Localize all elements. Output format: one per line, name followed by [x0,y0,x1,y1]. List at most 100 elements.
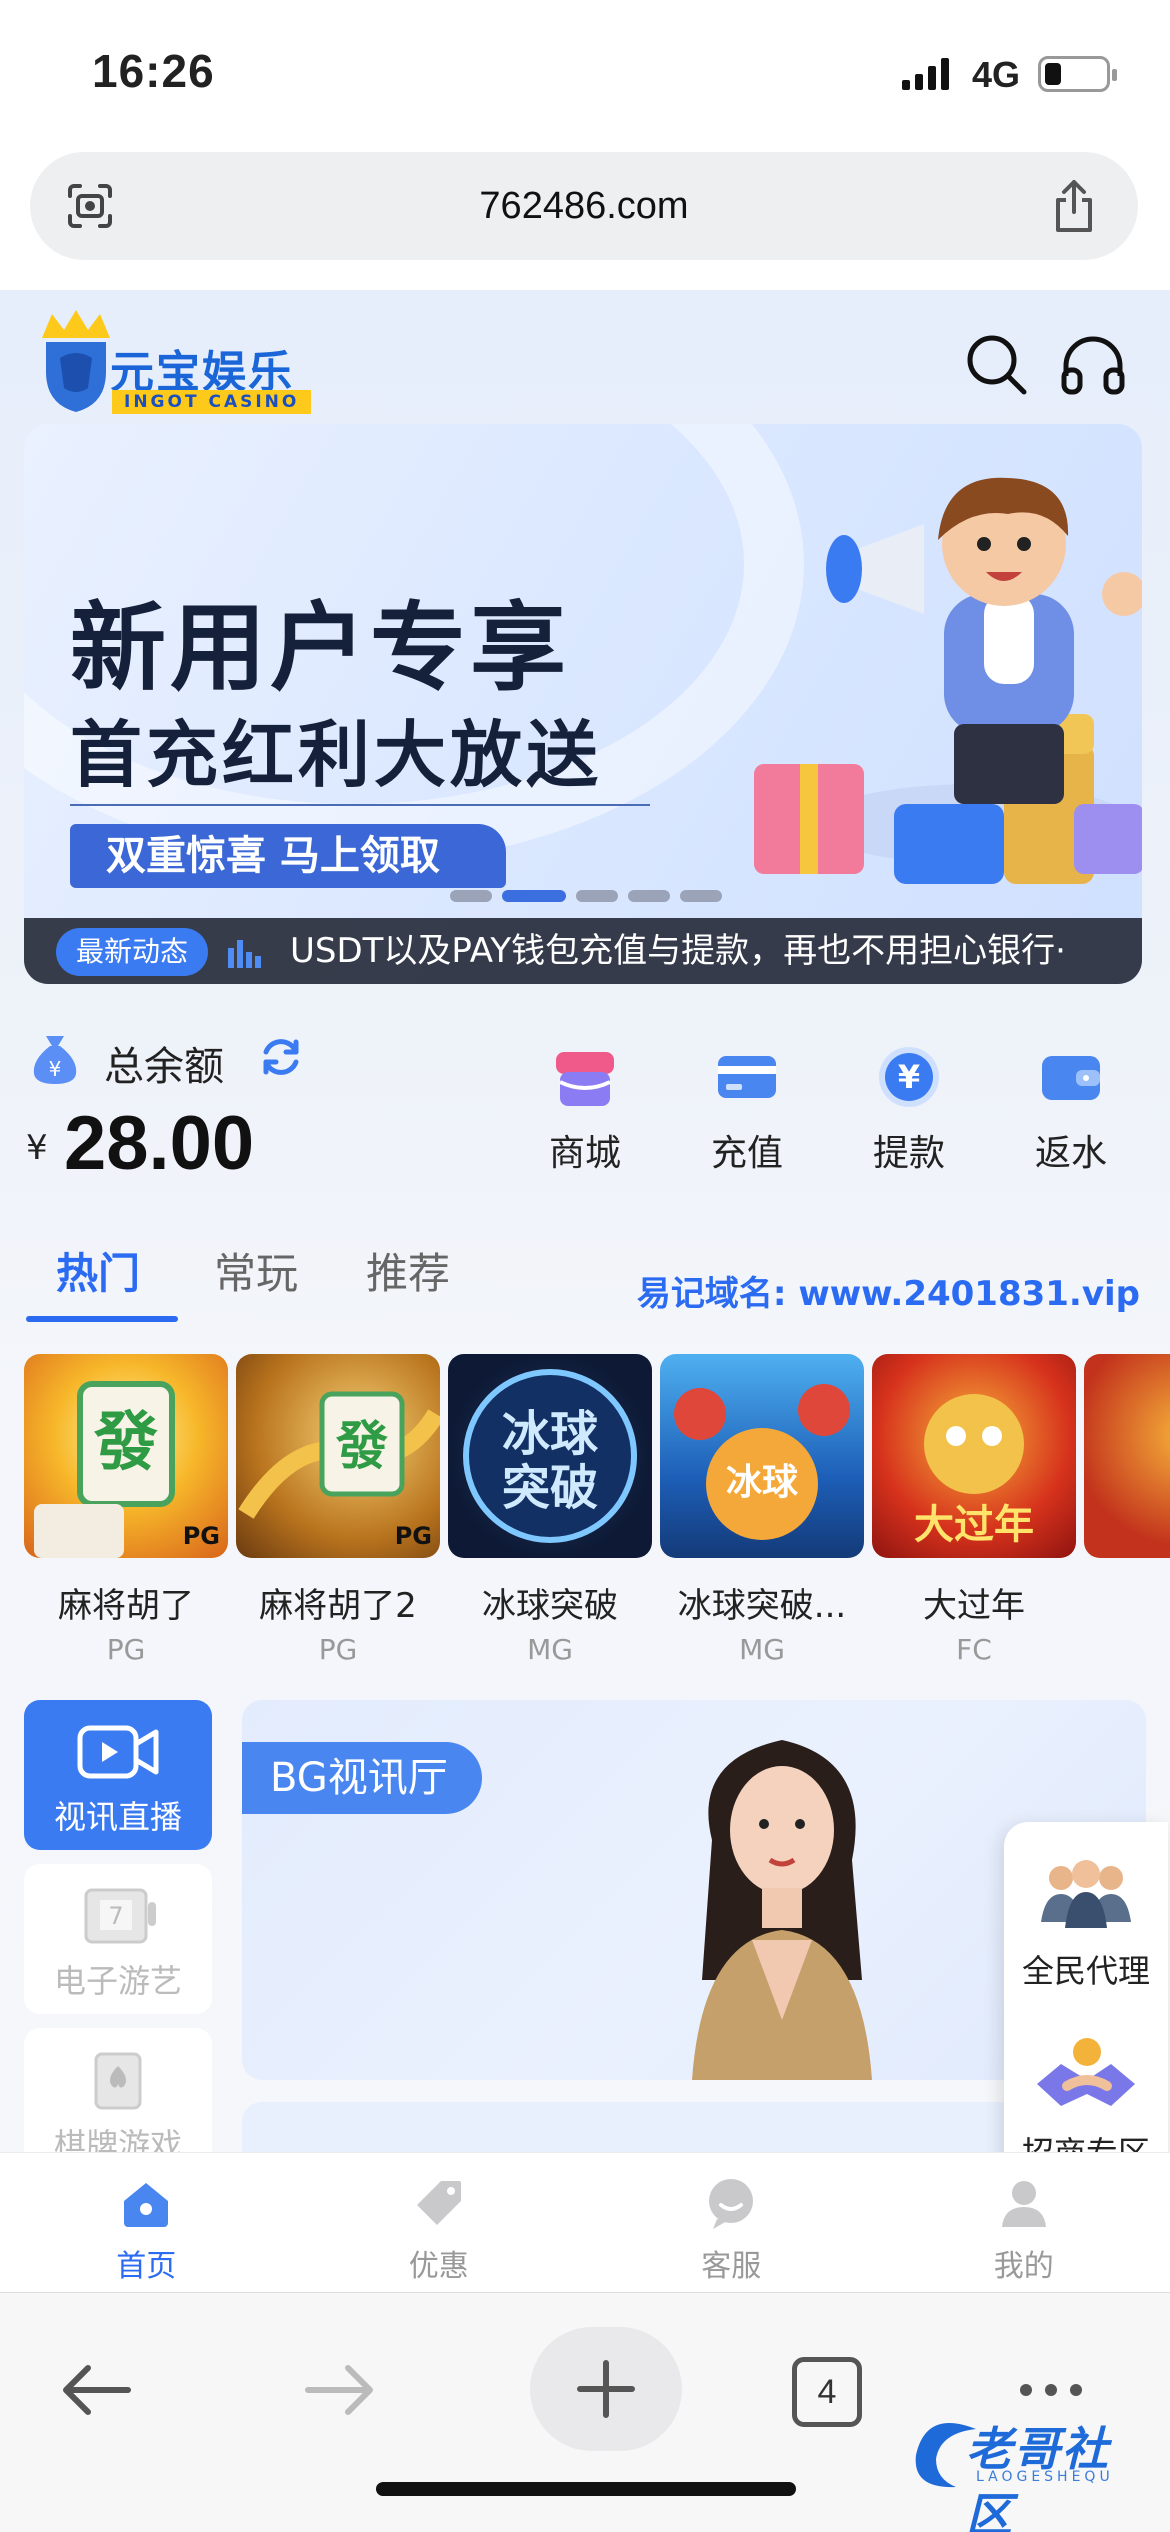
brand-logo[interactable]: 元宝娱乐 INGOT CASINO [36,308,336,418]
card-icon [718,1056,776,1098]
nav-home[interactable]: 首页 [0,2153,293,2292]
svg-text:發: 發 [335,1417,388,1477]
hot-games-row: 發 PG 麻将胡了 PG 發 PG 麻将胡了2 PG 冰球 突破 冰球突破 MG… [24,1354,1170,1674]
browser-toolbar: 4 老哥社区 LAOGESHEQU [0,2292,1170,2532]
hall-tag: BG视讯厅 [242,1742,482,1814]
svg-text:冰球: 冰球 [502,1406,599,1462]
signal-icon [902,56,949,90]
game-thumbnail [1084,1354,1170,1558]
web-page: 元宝娱乐 INGOT CASINO 新用户专享 首充红利大放送 双重惊喜 马上领… [0,290,1170,2152]
game-provider: FC [956,1633,992,1666]
category-label: 视讯直播 [53,1798,182,1836]
balance-label: 总余额 [104,1044,224,1090]
game-thumbnail: 大过年 [872,1354,1076,1558]
category-slots[interactable]: 7 电子游艺 [24,1864,212,2014]
shop-icon [556,1052,614,1106]
tab-recommended[interactable]: 推荐 [366,1240,450,1301]
tab-indicator [26,1316,178,1322]
nav-promotions[interactable]: 优惠 [293,2153,586,2292]
currency-symbol: ¥ [26,1128,48,1168]
crown-head-icon [42,310,110,412]
news-ticker[interactable]: 最新动态 USDT以及PAY钱包充值与提款，再也不用担心银行· [24,918,1142,984]
url-text[interactable]: 762486.com [30,152,1138,260]
game-provider: MG [527,1633,573,1666]
game-name: 麻将胡了2 [259,1586,417,1626]
svg-text:7: 7 [108,1902,123,1930]
mascot-megaphone-image [754,477,1142,884]
action-deposit[interactable]: 充值 [666,1042,828,1182]
lion-dance-icon: 大过年 [914,1394,1034,1548]
game-name: 麻将胡了 [58,1586,194,1626]
category-cards[interactable]: 棋牌游戏 [24,2028,212,2152]
banner-subtitle: 首充红利大放送 [70,713,603,797]
headset-icon[interactable] [1058,330,1128,400]
new-tab-button[interactable] [530,2327,682,2451]
svg-text:大过年: 大过年 [914,1502,1034,1548]
tag-icon [416,2181,461,2225]
game-card[interactable]: 冰球 冰球突破... MG [660,1354,864,1674]
game-card[interactable]: 大过年 大过年 FC [872,1354,1076,1674]
action-withdraw[interactable]: ¥ 提款 [828,1042,990,1182]
category-live[interactable]: 视讯直播 [24,1700,212,1850]
promo-banner[interactable]: 新用户专享 首充红利大放送 双重惊喜 马上领取 最新动态 USDT以及PAY钱包… [24,424,1142,984]
share-icon[interactable] [1050,178,1098,234]
game-name: 大过年 [923,1586,1025,1626]
ice-hockey-deluxe-icon: 冰球 [674,1384,850,1540]
tab-frequent[interactable]: 常玩 [214,1240,298,1301]
game-card[interactable]: 發 PG 麻将胡了2 PG [236,1354,440,1674]
home-icon [124,2183,169,2227]
people-group-icon [1041,1860,1131,1928]
action-rebate[interactable]: 返水 [990,1042,1152,1182]
balance-amount: 28.00 [64,1101,255,1186]
handshake-icon [1037,2038,1135,2106]
game-card[interactable]: 冰球 突破 冰球突破 MG [448,1354,652,1674]
banner-pagination[interactable] [450,890,722,902]
banner-claim-pill[interactable]: 双重惊喜 马上领取 [70,824,506,888]
game-name: 冰球突破 [482,1586,618,1626]
money-bag-icon: ¥ [33,1036,77,1084]
svg-text:¥: ¥ [898,1058,920,1096]
merchant-label: 招商专区 [1004,2128,1168,2152]
news-tag: 最新动态 [56,928,208,976]
action-shop[interactable]: 商城 [504,1042,666,1182]
network-label: 4G [972,54,1021,95]
tab-hot[interactable]: 热门 [56,1240,140,1301]
back-arrow-icon[interactable] [42,2335,152,2445]
nav-support[interactable]: 客服 [585,2153,878,2292]
wallet-icon [1042,1056,1100,1100]
forward-arrow-icon[interactable] [284,2335,394,2445]
watermark-logo: 老哥社区 LAOGESHEQU [906,2409,1146,2532]
user-icon [1001,2181,1046,2227]
status-bar: 16:26 4G [0,0,1170,140]
game-name: 冰球突破... [677,1586,847,1626]
floating-agent-panel: 全民代理 招商专区 [1004,1822,1168,2152]
tab-count-button[interactable]: 4 [792,2357,862,2427]
chart-bars-icon [228,940,261,968]
category-label: 电子游艺 [53,1962,182,2000]
agent-entry[interactable]: 全民代理 [1004,1852,1168,1992]
domain-hint[interactable]: 易记域名: www.2401831.vip [637,1266,1140,1315]
game-thumbnail: 冰球 [660,1354,864,1558]
game-card[interactable] [1084,1354,1170,1674]
live-dealer-image [692,1740,872,2080]
svg-text:突破: 突破 [502,1460,598,1516]
refresh-icon[interactable] [258,1034,304,1080]
playing-card-icon [94,2052,142,2110]
chat-bubble-icon [709,2179,754,2229]
svg-text:冰球: 冰球 [726,1462,799,1503]
game-thumbnail: 冰球 突破 [448,1354,652,1558]
nav-profile[interactable]: 我的 [878,2153,1170,2292]
merchant-entry[interactable]: 招商专区 [1004,2034,1168,2152]
game-thumbnail: 發 PG [236,1354,440,1558]
game-thumbnail: 發 PG [24,1354,228,1558]
game-card[interactable]: 發 PG 麻将胡了 PG [24,1354,228,1674]
svg-text:¥: ¥ [49,1057,62,1081]
slot-machine-icon: 7 [84,1888,156,1944]
address-bar[interactable]: 762486.com [30,152,1138,260]
game-tabs: 热门 常玩 推荐 [26,1240,526,1330]
video-camera-icon [77,1725,159,1779]
search-icon[interactable] [962,330,1032,400]
battery-icon [1038,56,1117,92]
yen-icon: ¥ [879,1047,939,1107]
news-text: USDT以及PAY钱包充值与提款，再也不用担心银行· [290,931,1066,971]
